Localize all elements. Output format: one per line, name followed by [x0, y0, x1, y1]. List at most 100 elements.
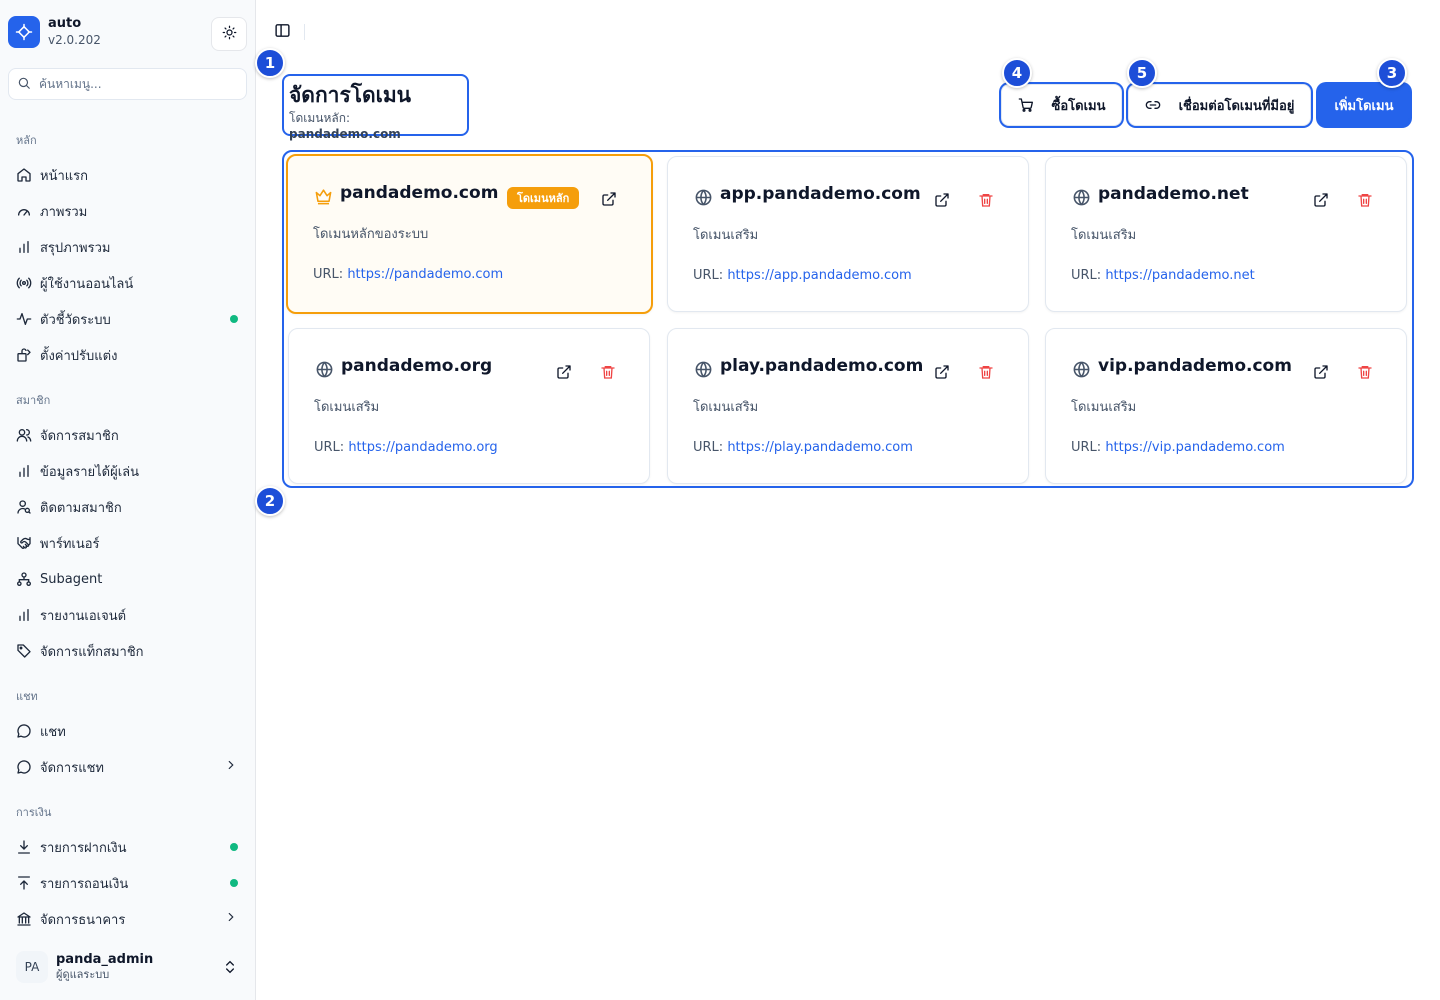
sidebar-item-overview[interactable]: ภาพรวม	[8, 196, 248, 226]
external-link-icon[interactable]	[1312, 363, 1330, 381]
sidebar-item-manage-chat[interactable]: จัดการแชท	[8, 752, 248, 782]
connect-domain-button[interactable]: เชื่อมต่อโดเมนที่มีอยู่	[1128, 84, 1311, 126]
sidebar-item-banks[interactable]: จัดการธนาคาร	[8, 904, 248, 934]
domain-card: app.pandademo.com โดเมนเสริม URL: https:…	[667, 156, 1029, 312]
sidebar-item-label: ตัวชี้วัดระบบ	[40, 312, 111, 328]
annotation-marker-1: 1	[255, 48, 285, 78]
user-role: ผู้ดูแลระบบ	[56, 968, 110, 981]
domain-description: โดเมนเสริม	[1071, 400, 1137, 415]
search-input[interactable]	[39, 77, 239, 91]
sidebar: auto v2.0.202 หลัก หน้าแรก ภาพรวม สรุ	[0, 0, 256, 1000]
sidebar-item-label: ติดตามสมาชิก	[40, 500, 122, 516]
domain-url-link[interactable]: https://pandademo.com	[347, 267, 503, 282]
domain-url-link[interactable]: https://play.pandademo.com	[727, 440, 913, 455]
group-label-chat: แชท	[16, 690, 38, 703]
domain-description: โดเมนเสริม	[314, 400, 380, 415]
broadcast-icon	[16, 275, 32, 291]
sidebar-item-manage-members[interactable]: จัดการสมาชิก	[8, 420, 248, 450]
connect-domain-label: เชื่อมต่อโดเมนที่มีอยู่	[1178, 98, 1295, 114]
url-label: URL:	[1071, 268, 1102, 283]
sidebar-item-label: ตั้งค่าปรับแต่ง	[40, 348, 118, 364]
activity-icon	[16, 311, 32, 327]
page-title: จัดการโดเมน	[289, 83, 412, 107]
brand[interactable]: auto v2.0.202	[8, 16, 101, 48]
sidebar-item-member-tags[interactable]: จัดการแท็กสมาชิก	[8, 636, 248, 666]
annotation-marker-3: 3	[1377, 58, 1407, 88]
group-label-members: สมาชิก	[16, 394, 51, 407]
sidebar-item-withdrawals[interactable]: รายการถอนเงิน	[8, 868, 248, 898]
domain-description: โดเมนเสริม	[693, 400, 759, 415]
sidebar-item-metrics[interactable]: ตัวชี้วัดระบบ	[8, 304, 248, 334]
sidebar-item-label: จัดการธนาคาร	[40, 912, 126, 928]
sidebar-item-player-income[interactable]: ข้อมูลรายได้ผู้เล่น	[8, 456, 248, 486]
globe-icon	[693, 359, 713, 379]
annotation-marker-2: 2	[255, 486, 285, 516]
domain-url-link[interactable]: https://app.pandademo.com	[727, 268, 911, 283]
trash-icon[interactable]	[1356, 191, 1374, 209]
domain-url: URL: https://pandademo.org	[314, 440, 498, 455]
sidebar-toggle-button[interactable]	[272, 22, 292, 42]
external-link-icon[interactable]	[933, 191, 951, 209]
download-icon	[16, 839, 32, 855]
crown-icon	[313, 186, 333, 206]
chevron-right-icon	[224, 910, 238, 928]
url-label: URL:	[1071, 440, 1102, 455]
sidebar-item-agent-report[interactable]: รายงานเอเจนต์	[8, 600, 248, 630]
url-label: URL:	[693, 440, 724, 455]
users-icon	[16, 427, 32, 443]
theme-toggle-button[interactable]	[211, 17, 247, 51]
domain-url: URL: https://pandademo.com	[313, 267, 503, 282]
primary-badge: โดเมนหลัก	[507, 187, 580, 209]
sidebar-item-partner[interactable]: พาร์ทเนอร์	[8, 528, 248, 558]
trash-icon[interactable]	[977, 363, 995, 381]
add-domain-label: เพิ่มโดเมน	[1334, 98, 1394, 114]
sidebar-item-customize[interactable]: ตั้งค่าปรับแต่ง	[8, 340, 248, 370]
page-header: จัดการโดเมน โดเมนหลัก: pandademo.com	[282, 74, 469, 141]
message-circle-icon	[16, 723, 32, 739]
buy-domain-button[interactable]: ซื้อโดเมน	[1001, 84, 1122, 126]
brand-logo-icon	[8, 16, 40, 48]
sidebar-item-label: รายการฝากเงิน	[40, 840, 127, 856]
divider	[304, 24, 305, 40]
domain-url-link[interactable]: https://pandademo.net	[1105, 268, 1254, 283]
external-link-icon[interactable]	[555, 363, 573, 381]
globe-icon	[314, 359, 334, 379]
brand-name: auto	[48, 16, 82, 31]
external-link-icon[interactable]	[600, 190, 618, 208]
handshake-icon	[16, 535, 32, 551]
trash-icon[interactable]	[977, 191, 995, 209]
sun-icon	[222, 25, 237, 44]
domain-description: โดเมนหลักของระบบ	[313, 227, 429, 242]
domain-url-link[interactable]: https://pandademo.org	[348, 440, 497, 455]
domain-url: URL: https://vip.pandademo.com	[1071, 440, 1285, 455]
sidebar-item-label: จัดการแท็กสมาชิก	[40, 644, 144, 660]
domain-url-link[interactable]: https://vip.pandademo.com	[1105, 440, 1285, 455]
domain-url: URL: https://app.pandademo.com	[693, 268, 912, 283]
external-link-icon[interactable]	[1312, 191, 1330, 209]
domain-description: โดเมนเสริม	[1071, 228, 1137, 243]
add-domain-button[interactable]: เพิ่มโดเมน	[1318, 84, 1410, 126]
sidebar-item-label: Subagent	[40, 571, 103, 587]
bar-chart-icon	[16, 607, 32, 623]
sidebar-item-online-users[interactable]: ผู้ใช้งานออนไลน์	[8, 268, 248, 298]
bar-chart-icon	[16, 239, 32, 255]
sidebar-item-track-members[interactable]: ติดตามสมาชิก	[8, 492, 248, 522]
sidebar-item-label: รายการถอนเงิน	[40, 876, 129, 892]
trash-icon[interactable]	[599, 363, 617, 381]
trash-icon[interactable]	[1356, 363, 1374, 381]
buy-domain-label: ซื้อโดเมน	[1051, 98, 1106, 114]
upload-icon	[16, 875, 32, 891]
user-menu[interactable]: PA panda_admin ผู้ดูแลระบบ	[8, 944, 248, 990]
external-link-icon[interactable]	[933, 363, 951, 381]
sidebar-item-subagent[interactable]: Subagent	[8, 564, 248, 594]
sidebar-item-label: พาร์ทเนอร์	[40, 536, 100, 552]
sidebar-item-chat[interactable]: แชท	[8, 716, 248, 746]
message-circle-icon	[16, 759, 32, 775]
status-dot	[230, 315, 238, 323]
sidebar-item-deposits[interactable]: รายการฝากเงิน	[8, 832, 248, 862]
brand-version: v2.0.202	[48, 33, 101, 47]
domain-name: app.pandademo.com	[720, 184, 921, 204]
sidebar-item-summary[interactable]: สรุปภาพรวม	[8, 232, 248, 262]
status-dot	[230, 879, 238, 887]
sidebar-item-home[interactable]: หน้าแรก	[8, 160, 248, 190]
